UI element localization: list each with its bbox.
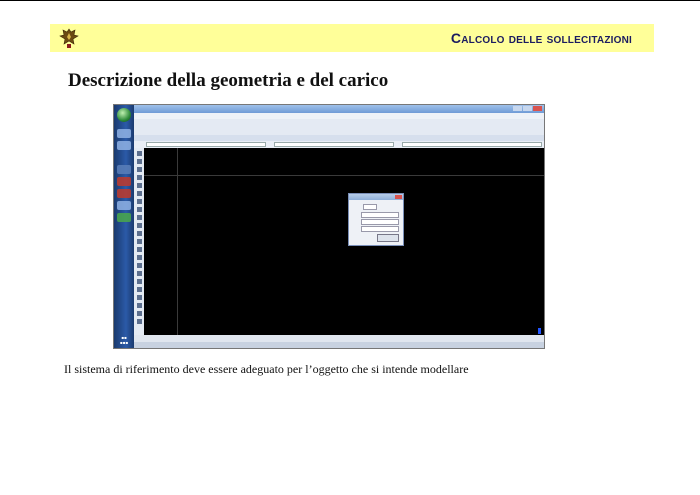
taskbar-clock: ▪▪ ▪▪▪ (119, 335, 129, 345)
caption-text: Il sistema di riferimento deve essere ad… (64, 362, 469, 376)
page-title: Calcolo delle sollecitazioni (450, 30, 632, 46)
windows-taskbar: ▪▪ ▪▪▪ (114, 105, 134, 348)
node-dialog (348, 193, 404, 246)
dialog-field (363, 204, 377, 210)
coordinate-system-combo (402, 142, 542, 147)
embedded-application-screenshot: ▪▪ ▪▪▪ (113, 104, 545, 349)
canvas-guide-line (144, 175, 544, 176)
eagle-crest-icon (59, 28, 79, 48)
taskbar-button (117, 189, 131, 198)
taskbar-button (117, 201, 131, 210)
freedom-case-combo (274, 142, 394, 147)
window-titlebar (134, 105, 544, 113)
combo-strip (134, 141, 544, 148)
bottom-tab-strip (134, 342, 544, 348)
dialog-field (361, 226, 399, 232)
status-bar (134, 335, 544, 342)
canvas-guide-line (177, 148, 178, 335)
load-case-combo (146, 142, 266, 147)
taskbar-button (117, 129, 131, 138)
toolbar-primary (134, 119, 544, 132)
taskbar-button (117, 177, 131, 186)
dialog-close-icon (395, 195, 402, 199)
taskbar-button (117, 141, 131, 150)
dialog-field (361, 212, 399, 218)
header-banner: Calcolo delle sollecitazioni (50, 24, 654, 52)
taskbar-button (117, 213, 131, 222)
left-tool-palette (134, 148, 144, 335)
start-orb-icon (117, 108, 131, 122)
dialog-apply-button (377, 234, 399, 242)
section-heading: Descrizione della geometria e del carico (68, 70, 389, 91)
model-canvas (144, 148, 544, 335)
axis-triad-icon (538, 328, 541, 334)
taskbar-button (117, 165, 131, 174)
application-window (134, 105, 544, 348)
toolbar-secondary (134, 127, 544, 140)
dialog-field (361, 219, 399, 225)
top-rule (0, 0, 700, 1)
